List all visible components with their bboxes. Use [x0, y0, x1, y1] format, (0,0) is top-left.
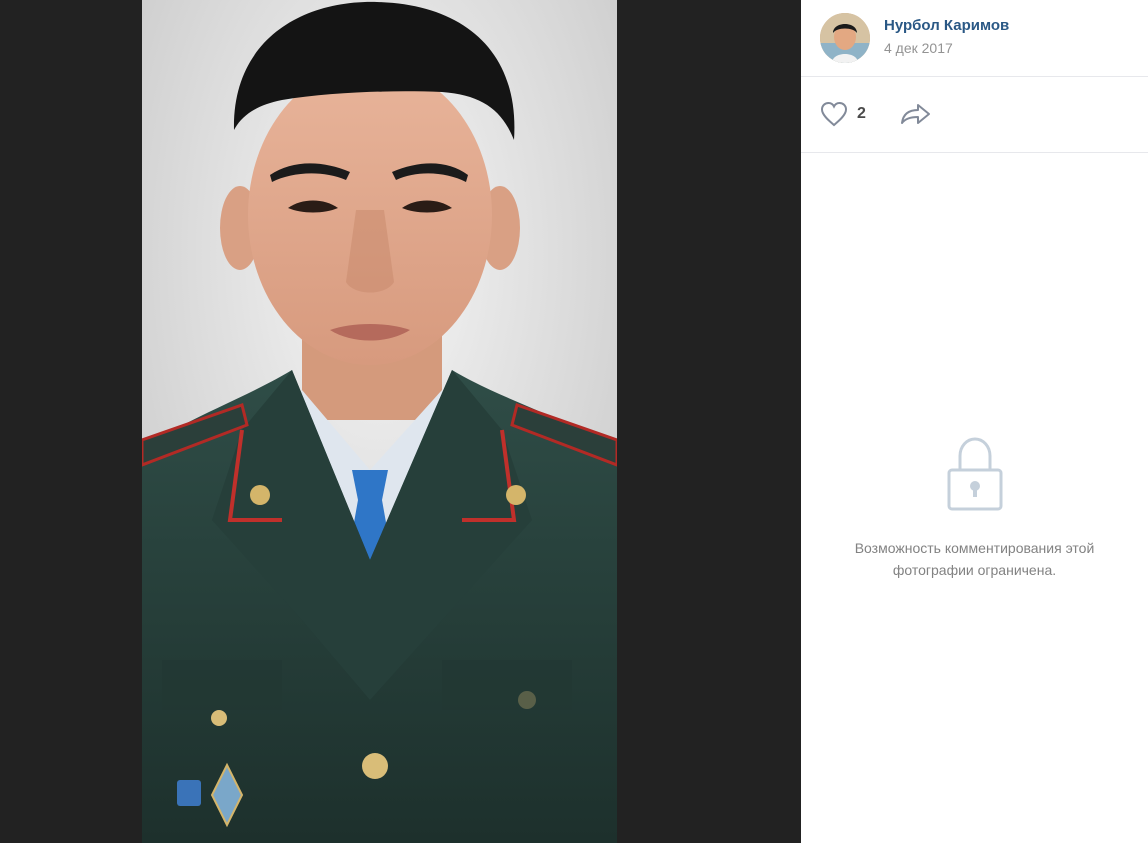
comments-restricted-text: Возможность комментирования этой фотогра… [854, 540, 1095, 578]
photo[interactable] [142, 0, 617, 843]
photo-sidebar: Нурбол Каримов 4 дек 2017 2 Возможность … [801, 0, 1148, 843]
like-button[interactable]: 2 [819, 99, 866, 129]
share-button[interactable] [900, 99, 932, 129]
post-actions: 2 [801, 77, 1148, 153]
heart-icon [820, 101, 848, 127]
author-name-link[interactable]: Нурбол Каримов [884, 17, 1009, 34]
post-date[interactable]: 4 дек 2017 [884, 40, 953, 56]
comments-restricted: Возможность комментирования этой фотогра… [801, 436, 1148, 581]
author-avatar[interactable] [820, 13, 870, 63]
lock-icon [947, 437, 1002, 511]
share-arrow-icon [901, 104, 930, 124]
author-header: Нурбол Каримов 4 дек 2017 [801, 0, 1148, 77]
portrait-illustration [142, 0, 617, 843]
photo-viewer [0, 0, 801, 843]
avatar-image [820, 13, 870, 63]
like-count: 2 [857, 105, 866, 122]
